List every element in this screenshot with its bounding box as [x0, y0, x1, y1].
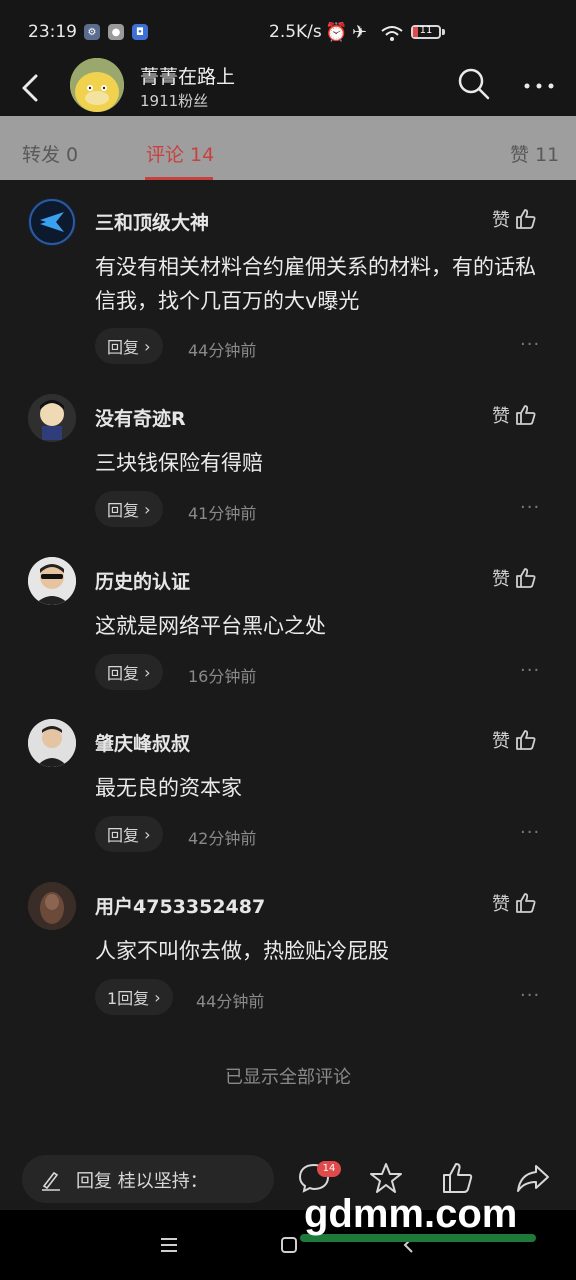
pen-icon — [42, 1171, 60, 1191]
comment-username[interactable]: 肇庆峰叔叔 — [95, 729, 190, 756]
comment-time: 44分钟前 — [188, 341, 257, 360]
status-time: 23:19 — [28, 22, 77, 42]
all-comments-shown-note: 已显示全部评论 — [225, 1067, 351, 1088]
comment-username[interactable]: 没有奇迹R — [95, 404, 186, 431]
thumbs-up-icon — [516, 209, 536, 229]
comment-text: 最无良的资本家 — [95, 776, 242, 800]
avatar[interactable] — [28, 198, 76, 246]
comment-username[interactable]: 三和顶级大神 — [95, 208, 209, 235]
thumbs-up-icon — [516, 730, 536, 750]
thumbs-up-icon — [516, 568, 536, 588]
avatar[interactable] — [28, 557, 76, 605]
alarm-icon: ⏰ — [325, 22, 348, 43]
page-title[interactable]: 菁菁在路上 — [140, 62, 235, 89]
more-options-icon[interactable]: ··· — [520, 985, 540, 1006]
avatar[interactable] — [70, 58, 124, 112]
comment-text: 这就是网络平台黑心之处 — [95, 614, 326, 638]
avatar[interactable] — [28, 394, 76, 442]
thumbs-up-icon[interactable] — [440, 1160, 476, 1196]
tab-comments[interactable]: 评论 14 — [146, 140, 214, 167]
star-icon[interactable] — [368, 1160, 404, 1196]
active-tab-indicator — [145, 177, 213, 180]
more-options-icon[interactable]: ··· — [520, 822, 540, 843]
notification-icons: ⚙ ● ◘ — [84, 24, 148, 40]
airplane-icon: ✈ — [352, 22, 368, 43]
back-icon[interactable] — [16, 68, 46, 108]
watermark: gdmm.com — [304, 1192, 518, 1236]
comment-username[interactable]: 历史的认证 — [95, 567, 190, 594]
comment-time: 44分钟前 — [196, 992, 265, 1011]
reply-input[interactable]: 回复 桂以坚持： — [22, 1155, 274, 1203]
network-speed: 2.5K/s — [269, 22, 322, 42]
comment-time: 41分钟前 — [188, 504, 257, 523]
more-options-icon[interactable]: ··· — [520, 334, 540, 355]
share-icon[interactable] — [514, 1160, 552, 1196]
comment-count-badge: 14 — [317, 1161, 341, 1177]
page-header: 菁菁在路上 1911粉丝 — [0, 58, 576, 116]
comment-text: 有没有相关材料合约雇佣关系的材料，有的话私信我，找个几百万的大v曝光 — [95, 255, 536, 313]
tab-repost[interactable]: 转发 0 — [22, 140, 78, 167]
menu-icon[interactable] — [158, 1234, 180, 1256]
avatar[interactable] — [28, 882, 76, 930]
shield-notification-icon: ◘ — [132, 24, 148, 40]
reply-button[interactable]: 回复 › — [95, 491, 163, 527]
search-icon[interactable] — [456, 66, 492, 102]
thumbs-up-icon — [516, 893, 536, 913]
like-button[interactable]: 赞 — [492, 206, 538, 232]
like-button[interactable]: 赞 — [492, 565, 538, 591]
thumbs-up-icon — [516, 405, 536, 425]
comment-text: 三块钱保险有得赔 — [95, 451, 263, 475]
tab-bar: 转发 0 评论 14 赞 11 — [0, 116, 576, 180]
comment-time: 42分钟前 — [188, 829, 257, 848]
fans-count: 1911粉丝 — [140, 92, 209, 110]
reply-button[interactable]: 回复 › — [95, 328, 163, 364]
comment-text: 人家不叫你去做，热脸贴冷屁股 — [95, 939, 389, 963]
like-button[interactable]: 赞 — [492, 402, 538, 428]
comment-time: 16分钟前 — [188, 667, 257, 686]
status-bar: 23:19 ⚙ ● ◘ 2.5K/s ⏰ ✈ 11 — [0, 0, 576, 62]
more-options-icon[interactable] — [522, 66, 556, 102]
more-options-icon[interactable]: ··· — [520, 660, 540, 681]
battery-icon: 11 — [411, 25, 441, 39]
comment-username[interactable]: 用户4753352487 — [95, 892, 265, 919]
battery-tip — [442, 29, 445, 35]
avatar[interactable] — [28, 719, 76, 767]
reply-button[interactable]: 回复 › — [95, 816, 163, 852]
app-notification-icon: ⚙ — [84, 24, 100, 40]
more-options-icon[interactable]: ··· — [520, 497, 540, 518]
reply-button[interactable]: 1回复 › — [95, 979, 173, 1015]
like-button[interactable]: 赞 — [492, 727, 538, 753]
tab-likes[interactable]: 赞 11 — [510, 140, 559, 167]
wifi-icon — [381, 26, 403, 41]
reply-button[interactable]: 回复 › — [95, 654, 163, 690]
app-notification-icon: ● — [108, 24, 124, 40]
like-button[interactable]: 赞 — [492, 890, 538, 916]
home-icon[interactable] — [278, 1234, 300, 1256]
